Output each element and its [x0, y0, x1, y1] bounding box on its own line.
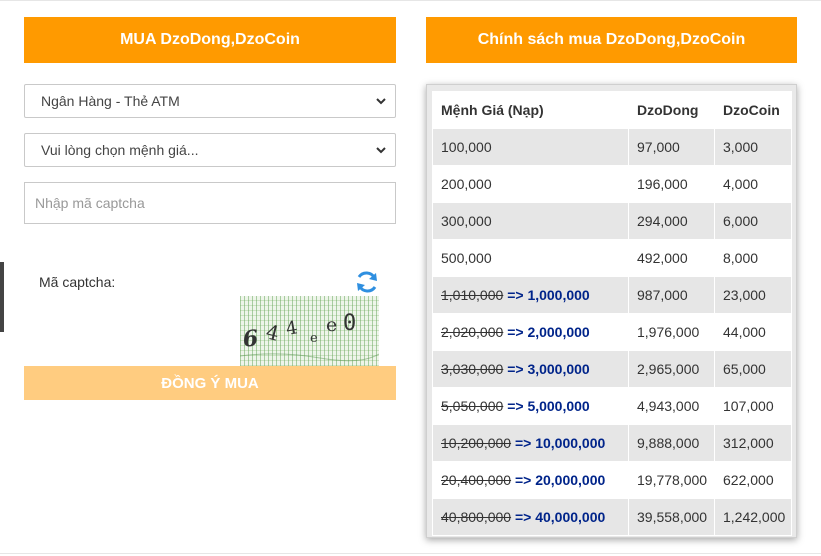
table-row: 3,030,000 => 3,000,000 2,965,000 65,000 — [432, 350, 792, 388]
chevron-down-icon — [376, 147, 386, 154]
arrow-text: => — [507, 361, 524, 377]
old-denomination: 3,030,000 — [441, 361, 504, 377]
buy-form-header: MUA DzoDong,DzoCoin — [24, 17, 396, 63]
new-denomination: 3,000,000 — [527, 361, 590, 377]
denomination-cell: 5,050,000 => 5,000,000 — [432, 387, 629, 425]
denomination-cell: 500,000 — [432, 239, 629, 277]
policy-table: Mệnh Giá (Nạp) DzoDong DzoCoin 100,000 97… — [432, 91, 792, 536]
table-row: 500,000 492,000 8,000 — [432, 239, 792, 277]
denomination-cell: 1,010,000 => 1,000,000 — [432, 276, 629, 314]
dzodong-cell: 196,000 — [628, 165, 715, 203]
old-denomination: 5,050,000 — [441, 398, 504, 414]
denomination-cell: 40,800,000 => 40,000,000 — [432, 498, 629, 536]
new-denomination: 2,000,000 — [527, 324, 590, 340]
old-denomination: 2,020,000 — [441, 324, 504, 340]
dzodong-cell: 492,000 — [628, 239, 715, 277]
policy-table-container: Mệnh Giá (Nạp) DzoDong DzoCoin 100,000 97… — [426, 84, 797, 538]
column-header-dzocoin: DzoCoin — [714, 91, 792, 129]
payment-method-value: Ngân Hàng - Thẻ ATM — [41, 93, 180, 109]
old-denomination: 40,800,000 — [441, 509, 512, 525]
arrow-text: => — [514, 509, 532, 525]
denomination-cell: 3,030,000 => 3,000,000 — [432, 350, 629, 388]
dzocoin-cell: 4,000 — [714, 165, 792, 203]
denomination-select[interactable]: Vui lòng chọn mệnh giá... — [24, 133, 396, 167]
denomination-cell: 2,020,000 => 2,000,000 — [432, 313, 629, 351]
dzocoin-cell: 8,000 — [714, 239, 792, 277]
dzocoin-cell: 44,000 — [714, 313, 792, 351]
policy-header: Chính sách mua DzoDong,DzoCoin — [426, 17, 797, 63]
new-denomination: 10,000,000 — [535, 435, 606, 451]
new-denomination: 40,000,000 — [535, 509, 606, 525]
old-denomination: 1,010,000 — [441, 287, 504, 303]
arrow-text: => — [514, 472, 532, 488]
dzocoin-cell: 107,000 — [714, 387, 792, 425]
dzodong-cell: 1,976,000 — [628, 313, 715, 351]
dzocoin-cell: 1,242,000 — [714, 498, 792, 536]
svg-text:e: e — [310, 331, 318, 346]
dzocoin-cell: 65,000 — [714, 350, 792, 388]
denomination-cell: 100,000 — [432, 128, 629, 166]
refresh-icon[interactable] — [354, 269, 380, 295]
table-row: 100,000 97,000 3,000 — [432, 128, 792, 166]
denomination-cell: 300,000 — [432, 202, 629, 240]
new-denomination: 5,000,000 — [527, 398, 590, 414]
dzodong-cell: 19,778,000 — [628, 461, 715, 499]
page-edge-decoration — [0, 262, 4, 332]
table-row: 20,400,000 => 20,000,000 19,778,000 622,00… — [432, 461, 792, 499]
denomination-cell: 200,000 — [432, 165, 629, 203]
svg-text:0: 0 — [343, 311, 356, 336]
chevron-down-icon — [376, 98, 386, 105]
table-row: 300,000 294,000 6,000 — [432, 202, 792, 240]
dzocoin-cell: 312,000 — [714, 424, 792, 462]
table-row: 5,050,000 => 5,000,000 4,943,000 107,000 — [432, 387, 792, 425]
table-row: 200,000 196,000 4,000 — [432, 165, 792, 203]
captcha-placeholder: Nhập mã captcha — [35, 195, 145, 211]
dzodong-cell: 9,888,000 — [628, 424, 715, 462]
policy-table-body: 100,000 97,000 3,000 200,000 196,000 4,000 300… — [432, 128, 792, 536]
old-denomination: 10,200,000 — [441, 435, 512, 451]
new-denomination: 1,000,000 — [527, 287, 590, 303]
captcha-label: Mã captcha: — [39, 274, 116, 290]
denomination-value: 500,000 — [441, 250, 492, 266]
arrow-text: => — [507, 398, 524, 414]
denomination-placeholder: Vui lòng chọn mệnh giá... — [41, 142, 199, 158]
table-row: 10,200,000 => 10,000,000 9,888,000 312,000 — [432, 424, 792, 462]
table-row: 40,800,000 => 40,000,000 39,558,000 1,242,… — [432, 498, 792, 536]
dzocoin-cell: 23,000 — [714, 276, 792, 314]
dzocoin-cell: 622,000 — [714, 461, 792, 499]
top-divider — [0, 0, 821, 1]
captcha-input[interactable]: Nhập mã captcha — [24, 182, 396, 224]
column-header-dzodong: DzoDong — [628, 91, 715, 129]
svg-text:4: 4 — [264, 319, 282, 345]
new-denomination: 20,000,000 — [535, 472, 606, 488]
old-denomination: 20,400,000 — [441, 472, 512, 488]
captcha-image: 6 4 4 e e 0 — [240, 296, 379, 366]
dzocoin-cell: 3,000 — [714, 128, 792, 166]
denomination-value: 300,000 — [441, 213, 492, 229]
dzocoin-cell: 6,000 — [714, 202, 792, 240]
arrow-text: => — [507, 324, 524, 340]
dzodong-cell: 987,000 — [628, 276, 715, 314]
denomination-value: 200,000 — [441, 176, 492, 192]
dzodong-cell: 97,000 — [628, 128, 715, 166]
dzodong-cell: 4,943,000 — [628, 387, 715, 425]
arrow-text: => — [514, 435, 532, 451]
svg-text:6: 6 — [242, 325, 260, 352]
dzodong-cell: 2,965,000 — [628, 350, 715, 388]
arrow-text: => — [507, 287, 524, 303]
bottom-divider — [0, 553, 821, 554]
table-row: 2,020,000 => 2,000,000 1,976,000 44,000 — [432, 313, 792, 351]
payment-method-select[interactable]: Ngân Hàng - Thẻ ATM — [24, 84, 396, 118]
denomination-cell: 10,200,000 => 10,000,000 — [432, 424, 629, 462]
table-row: 1,010,000 => 1,000,000 987,000 23,000 — [432, 276, 792, 314]
denomination-cell: 20,400,000 => 20,000,000 — [432, 461, 629, 499]
column-header-denomination: Mệnh Giá (Nạp) — [432, 91, 629, 129]
svg-text:4: 4 — [284, 317, 299, 340]
dzodong-cell: 294,000 — [628, 202, 715, 240]
dzodong-cell: 39,558,000 — [628, 498, 715, 536]
table-header-row: Mệnh Giá (Nạp) DzoDong DzoCoin — [432, 91, 792, 129]
denomination-value: 100,000 — [441, 139, 492, 155]
agree-buy-button[interactable]: ĐỒNG Ý MUA — [24, 366, 396, 400]
svg-text:e: e — [326, 314, 337, 336]
